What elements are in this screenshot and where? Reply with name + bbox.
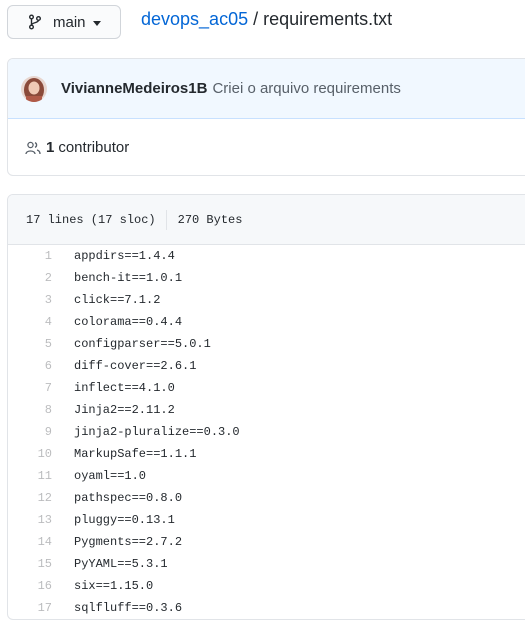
line-number[interactable]: 6	[8, 359, 52, 373]
breadcrumb: devops_ac05/requirements.txt	[141, 7, 392, 31]
line-text: pathspec==0.8.0	[74, 491, 183, 505]
line-text: inflect==4.1.0	[74, 381, 175, 395]
line-number[interactable]: 5	[8, 337, 52, 351]
contributor-label: contributor	[58, 139, 130, 156]
line-text: Jinja2==2.11.2	[74, 403, 175, 417]
line-text: six==1.15.0	[74, 579, 154, 593]
line-number[interactable]: 17	[8, 601, 52, 615]
line-number[interactable]: 13	[8, 513, 52, 527]
line-number[interactable]: 9	[8, 425, 52, 439]
line-text: bench-it==1.0.1	[74, 271, 183, 285]
commit-header: VivianneMedeiros1B Criei o arquivo requi…	[8, 59, 525, 119]
branch-select-button[interactable]: main	[7, 5, 121, 39]
line-text: PyYAML==5.3.1	[74, 557, 168, 571]
line-number[interactable]: 8	[8, 403, 52, 417]
code-line: 14 Pygments==2.7.2	[8, 531, 525, 553]
line-text: sqlfluff==0.3.6	[74, 601, 183, 615]
git-branch-icon	[27, 14, 43, 30]
code-line: 3 click==7.1.2	[8, 289, 525, 311]
line-text: MarkupSafe==1.1.1	[74, 447, 197, 461]
line-text: oyaml==1.0	[74, 469, 147, 483]
file-size-info: 270 Bytes	[177, 212, 243, 227]
repo-link[interactable]: devops_ac05	[141, 9, 248, 29]
file-view-page: main devops_ac05/requirements.txt Vivian…	[0, 0, 525, 621]
breadcrumb-separator: /	[253, 9, 259, 29]
code-line: 13 pluggy==0.13.1	[8, 509, 525, 531]
line-text: appdirs==1.4.4	[74, 249, 175, 263]
code-line: 11 oyaml==1.0	[8, 465, 525, 487]
line-text: click==7.1.2	[74, 293, 161, 307]
branch-name: main	[53, 13, 86, 31]
code-line: 6 diff-cover==2.6.1	[8, 355, 525, 377]
code-line: 2 bench-it==1.0.1	[8, 267, 525, 289]
contributors-row[interactable]: 1 contributor	[8, 119, 525, 175]
line-text: configparser==5.0.1	[74, 337, 211, 351]
line-number[interactable]: 4	[8, 315, 52, 329]
line-text: diff-cover==2.6.1	[74, 359, 197, 373]
contributor-count: 1	[46, 139, 55, 156]
people-icon	[25, 140, 41, 156]
avatar[interactable]	[21, 75, 47, 102]
code-line: 17 sqlfluff==0.3.6	[8, 597, 525, 619]
line-number[interactable]: 14	[8, 535, 52, 549]
code-line: 8 Jinja2==2.11.2	[8, 399, 525, 421]
code-line: 7 inflect==4.1.0	[8, 377, 525, 399]
code-listing: 1 appdirs==1.4.4 2 bench-it==1.0.1 3 click==7…	[8, 245, 525, 619]
line-text: pluggy==0.13.1	[74, 513, 175, 527]
code-line: 4 colorama==0.4.4	[8, 311, 525, 333]
line-number[interactable]: 16	[8, 579, 52, 593]
line-text: Pygments==2.7.2	[74, 535, 183, 549]
line-number[interactable]: 1	[8, 249, 52, 263]
file-lines-info: 17 lines (17 sloc)	[26, 212, 156, 227]
code-line: 1 appdirs==1.4.4	[8, 245, 525, 267]
file-content-box: 17 lines (17 sloc) 270 Bytes 1 appdirs==1…	[7, 194, 525, 620]
file-name: requirements.txt	[263, 9, 393, 29]
latest-commit-box: VivianneMedeiros1B Criei o arquivo requi…	[7, 58, 525, 176]
code-line: 10 MarkupSafe==1.1.1	[8, 443, 525, 465]
divider	[165, 209, 167, 230]
code-line: 16 six==1.15.0	[8, 575, 525, 597]
commit-author-link[interactable]: VivianneMedeiros1B	[61, 80, 207, 97]
line-number[interactable]: 12	[8, 491, 52, 505]
line-number[interactable]: 11	[8, 469, 52, 483]
code-line: 9 jinja2-pluralize==0.3.0	[8, 421, 525, 443]
chevron-down-icon	[92, 20, 101, 26]
code-line: 5 configparser==5.0.1	[8, 333, 525, 355]
file-info-header: 17 lines (17 sloc) 270 Bytes	[8, 195, 525, 245]
line-text: jinja2-pluralize==0.3.0	[74, 425, 240, 439]
commit-message[interactable]: Criei o arquivo requirements	[212, 80, 400, 97]
line-number[interactable]: 10	[8, 447, 52, 461]
line-text: colorama==0.4.4	[74, 315, 183, 329]
line-number[interactable]: 3	[8, 293, 52, 307]
code-line: 12 pathspec==0.8.0	[8, 487, 525, 509]
line-number[interactable]: 7	[8, 381, 52, 395]
line-number[interactable]: 15	[8, 557, 52, 571]
line-number[interactable]: 2	[8, 271, 52, 285]
code-line: 15 PyYAML==5.3.1	[8, 553, 525, 575]
